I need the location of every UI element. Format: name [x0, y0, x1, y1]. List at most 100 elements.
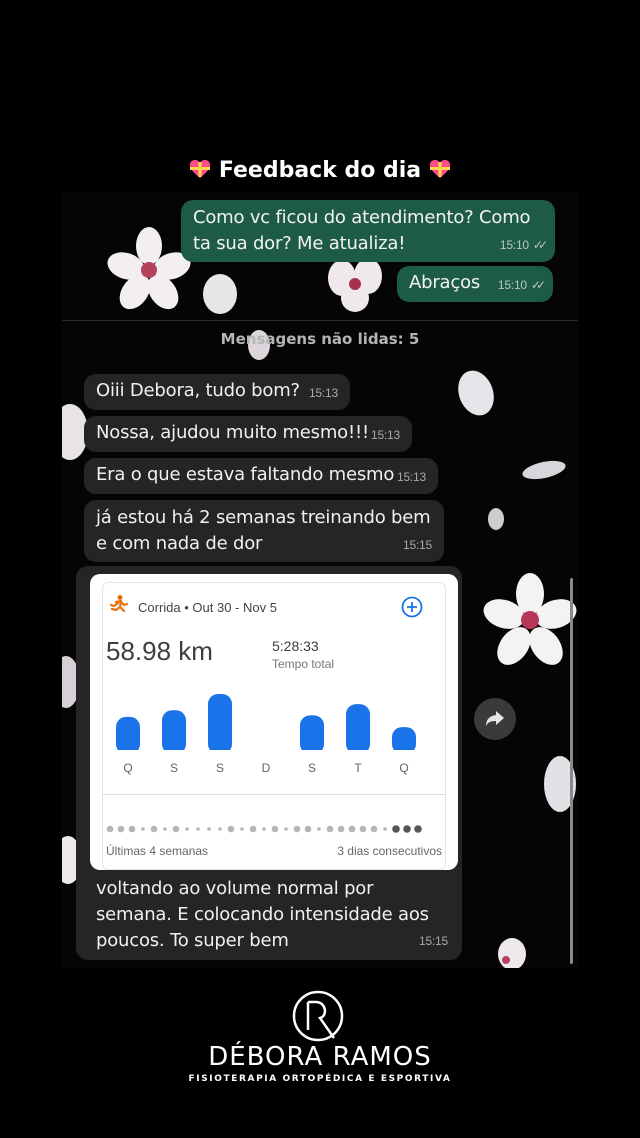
streak-dot	[304, 825, 312, 833]
bar-2	[208, 694, 232, 754]
streak-dot	[383, 827, 387, 831]
petal-icon	[522, 460, 566, 480]
bar-5	[346, 704, 370, 754]
tick-label: S	[170, 761, 178, 775]
streak-dot	[185, 827, 189, 831]
tick-label: T	[354, 761, 362, 775]
message-text: Era o que estava faltando mesmo	[96, 464, 395, 485]
received-message[interactable]: Era o que estava faltando mesmo 15:13	[84, 458, 438, 494]
unread-divider	[62, 320, 578, 321]
message-time: 15:13	[396, 470, 426, 484]
streak-dot	[240, 827, 244, 831]
message-time: 15:15	[418, 934, 448, 948]
received-message[interactable]: já estou há 2 semanas treinando bem e co…	[84, 500, 444, 562]
streak-dot	[359, 825, 367, 833]
message-time: 15:13	[370, 428, 400, 442]
message-text: Nossa, ajudou muito mesmo!!!	[96, 422, 370, 443]
blossom-icon	[483, 573, 577, 665]
message-text: voltando ao volume normal por semana. E …	[96, 878, 429, 951]
footer-left: Últimas 4 semanas	[106, 844, 209, 858]
duration-value: 5:28:33	[272, 638, 319, 654]
streak-dot	[348, 825, 356, 833]
tick-label: Q	[123, 761, 132, 775]
streak-dot	[128, 825, 136, 833]
bar-base-mask	[299, 750, 325, 756]
forward-arrow-icon	[486, 711, 504, 726]
streak-dot	[337, 825, 345, 833]
blossom-icon	[328, 258, 382, 312]
streak-dot	[117, 825, 125, 833]
streak-dot	[262, 827, 266, 831]
petal-icon	[203, 274, 237, 314]
bar-base-mask	[345, 750, 371, 756]
streak-dot	[163, 827, 167, 831]
heart-gift-icon	[190, 160, 211, 178]
bar-0	[116, 716, 140, 754]
double-check-icon: ✓✓	[530, 278, 546, 292]
streak-dot	[414, 825, 422, 833]
bar-base-mask	[161, 750, 187, 756]
petal-icon	[458, 370, 494, 416]
streak-dot	[326, 825, 334, 833]
message-time: 15:13	[308, 386, 338, 400]
tick-label: D	[262, 761, 271, 775]
unread-label: Mensagens não lidas: 5	[220, 330, 420, 348]
received-message[interactable]: Oiii Debora, tudo bom? 15:13	[84, 374, 350, 410]
streak-dot	[150, 825, 158, 833]
activity-label: Corrida • Out 30 - Nov 5	[138, 600, 277, 615]
streak-dot	[249, 825, 257, 833]
weekly-bar-chart: QSSDSTQ	[115, 694, 417, 775]
chat-area[interactable]: Como vc ficou do atendimento? Como ta su…	[62, 192, 578, 968]
tick-label: S	[216, 761, 224, 775]
message-text: Como vc ficou do atendimento? Como ta su…	[193, 207, 531, 254]
distance-value: 58.98 km	[106, 636, 213, 666]
streak-dot	[392, 825, 400, 833]
streak-dot	[172, 825, 180, 833]
streak-dot	[271, 825, 279, 833]
brand-name: DÉBORA RAMOS	[208, 1042, 432, 1072]
petal-icon	[488, 508, 504, 530]
bar-base-mask	[115, 750, 141, 756]
message-time: 15:15	[402, 538, 432, 552]
bar-base-mask	[391, 750, 417, 756]
streak-dot	[196, 827, 200, 831]
streak-dot	[403, 825, 411, 833]
brand-tagline: FISIOTERAPIA ORTOPÉDICA E ESPORTIVA	[188, 1074, 452, 1084]
plus-circle-icon[interactable]	[401, 596, 423, 618]
streak-dot	[293, 825, 301, 833]
bar-1	[162, 710, 186, 754]
streak-dot	[227, 825, 235, 833]
received-message[interactable]: Nossa, ajudou muito mesmo!!! 15:13	[84, 416, 412, 452]
message-time: 15:10 ✓✓	[498, 272, 546, 298]
scrollbar[interactable]	[570, 578, 573, 964]
heart-gift-icon	[429, 160, 450, 178]
page-title: Feedback do dia	[0, 158, 640, 183]
streak-dot	[370, 825, 378, 833]
tick-label: S	[308, 761, 316, 775]
petal-icon	[498, 938, 526, 968]
sent-message[interactable]: Como vc ficou do atendimento? Como ta su…	[181, 200, 555, 262]
duration-label: Tempo total	[272, 657, 335, 671]
message-time: 15:10 ✓✓	[500, 232, 548, 258]
card-divider	[102, 794, 446, 795]
brand-logo	[0, 990, 640, 1047]
dr-monogram-logo	[292, 990, 344, 1042]
running-person-icon	[109, 595, 129, 613]
bar-base-mask	[207, 750, 233, 756]
title-text: Feedback do dia	[218, 158, 422, 183]
bar-6	[392, 727, 416, 754]
fitness-summary-card[interactable]: Corrida • Out 30 - Nov 5 58.98 km 5:28:3…	[90, 574, 458, 870]
streak-dots	[106, 825, 422, 833]
streak-dot	[141, 827, 145, 831]
message-text: Oiii Debora, tudo bom?	[96, 380, 300, 401]
streak-dot	[207, 827, 211, 831]
forward-button[interactable]	[474, 698, 516, 740]
footer-right: 3 dias consecutivos	[337, 844, 442, 858]
blossom-icon	[107, 227, 191, 310]
streak-dot	[317, 827, 321, 831]
image-caption: voltando ao volume normal por semana. E …	[84, 874, 460, 958]
streak-dot	[106, 825, 114, 833]
streak-dot	[284, 827, 288, 831]
streak-dot	[218, 827, 222, 831]
sent-message[interactable]: Abraços 15:10 ✓✓	[397, 266, 553, 302]
